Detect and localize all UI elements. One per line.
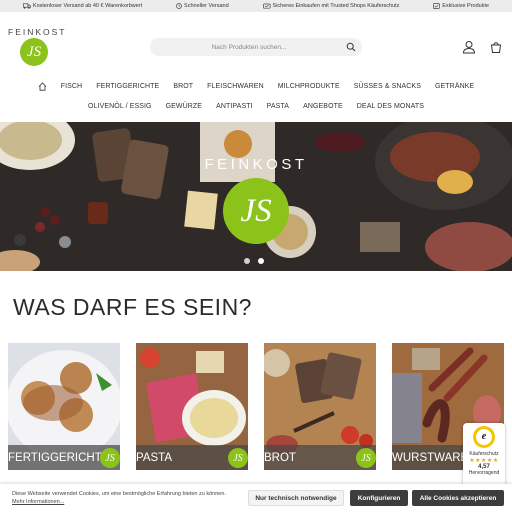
nav-item-milchprodukte[interactable]: MILCHPRODUKTE xyxy=(278,83,340,90)
usp-label: Schneller Versand xyxy=(184,3,229,9)
logo-word: FEINKOST xyxy=(8,27,67,37)
account-icon[interactable] xyxy=(462,40,476,54)
category-badge: JS xyxy=(228,448,248,468)
nav-item-angebote[interactable]: ANGEBOTE xyxy=(303,103,343,110)
cookie-necessary-button[interactable]: Nur technisch notwendige xyxy=(248,490,344,506)
nav-item-fisch[interactable]: FISCH xyxy=(61,83,83,90)
slider-dot-active[interactable] xyxy=(258,258,264,264)
search-bar xyxy=(150,38,362,56)
nav-item-gewuerze[interactable]: GEWÜRZE xyxy=(166,103,202,110)
home-icon[interactable] xyxy=(38,81,47,91)
cookie-banner: Diese Webseite verwendet Cookies, um ein… xyxy=(0,484,512,512)
hero-banner[interactable]: FEINKOST JS xyxy=(0,122,512,271)
usp-item-shipping: Kostenloser Versand ab 40 € Warenkorbwer… xyxy=(22,3,143,9)
section-headline: WAS DARF ES SEIN? xyxy=(13,294,252,320)
hero-brand-word: FEINKOST xyxy=(204,156,308,173)
site-logo[interactable]: FEINKOST JS xyxy=(8,27,67,67)
trusted-shops-seal-icon: e xyxy=(473,426,495,448)
logo-mark: JS xyxy=(20,38,48,66)
nav-item-fleischwaren[interactable]: FLEISCHWAREN xyxy=(207,83,264,90)
nav-item-brot[interactable]: BROT xyxy=(173,83,193,90)
usp-item-fast: Schneller Versand xyxy=(176,3,229,9)
star-icon xyxy=(433,3,441,9)
category-card-pasta[interactable]: PASTA JS xyxy=(136,343,248,470)
shield-icon xyxy=(262,3,271,9)
usp-label: Sicheres Einkaufen mit Trusted Shops Käu… xyxy=(272,3,400,9)
rating-verdict: Hervorragend xyxy=(468,470,500,476)
main-nav-row-1: FISCH FERTIGGERICHTE BROT FLEISCHWAREN M… xyxy=(0,80,512,92)
cookie-configure-button[interactable]: Konfigurieren xyxy=(350,490,408,506)
nav-item-deal-des-monats[interactable]: DEAL DES MONATS xyxy=(357,103,424,110)
clock-icon xyxy=(176,3,182,9)
cookie-accept-all-button[interactable]: Alle Cookies akzeptieren xyxy=(412,490,504,506)
hero-logo-mark: JS xyxy=(223,178,289,244)
trusted-shops-badge[interactable]: e Käuferschutz ★★★★★ 4,57 Hervorragend xyxy=(463,423,505,487)
nav-item-pasta[interactable]: PASTA xyxy=(267,103,289,110)
rating-stars: ★★★★★ xyxy=(469,458,499,464)
nav-item-olivenoel-essig[interactable]: OLIVENÖL / ESSIG xyxy=(88,103,152,110)
cart-icon[interactable] xyxy=(489,40,503,54)
category-badge: JS xyxy=(356,448,376,468)
usp-item-exclusive: Exklusive Produkte xyxy=(433,3,489,9)
cookie-text: Diese Webseite verwendet Cookies, um ein… xyxy=(12,491,226,497)
usp-label: Kostenloser Versand ab 40 € Warenkorbwer… xyxy=(32,3,143,9)
nav-item-antipasti[interactable]: ANTIPASTI xyxy=(216,103,253,110)
cookie-more-info-link[interactable]: Mehr Informationen... xyxy=(12,499,64,505)
usp-item-secure: Sicheres Einkaufen mit Trusted Shops Käu… xyxy=(262,3,400,9)
truck-icon xyxy=(22,3,31,9)
slider-dots xyxy=(244,258,264,264)
cookie-text-block: Diese Webseite verwendet Cookies, um ein… xyxy=(12,490,237,506)
usp-bar: Kostenloser Versand ab 40 € Warenkorbwer… xyxy=(0,0,512,12)
slider-dot[interactable] xyxy=(244,258,250,264)
main-nav-row-2: OLIVENÖL / ESSIG GEWÜRZE ANTIPASTI PASTA… xyxy=(0,100,512,112)
nav-item-suesses-snacks[interactable]: SÜSSES & SNACKS xyxy=(354,83,421,90)
category-card-fertiggerichte[interactable]: FERTIGGERICHTE JS xyxy=(8,343,120,470)
category-card-brot[interactable]: BROT JS xyxy=(264,343,376,470)
nav-item-fertiggerichte[interactable]: FERTIGGERICHTE xyxy=(96,83,159,90)
category-grid: FERTIGGERICHTE JS PASTA JS BROT JS WURST… xyxy=(0,343,512,471)
usp-label: Exklusive Produkte xyxy=(442,3,490,9)
category-badge: JS xyxy=(100,448,120,468)
search-input[interactable] xyxy=(150,38,362,56)
nav-item-getraenke[interactable]: GETRÄNKE xyxy=(435,83,474,90)
search-icon[interactable] xyxy=(346,42,356,52)
